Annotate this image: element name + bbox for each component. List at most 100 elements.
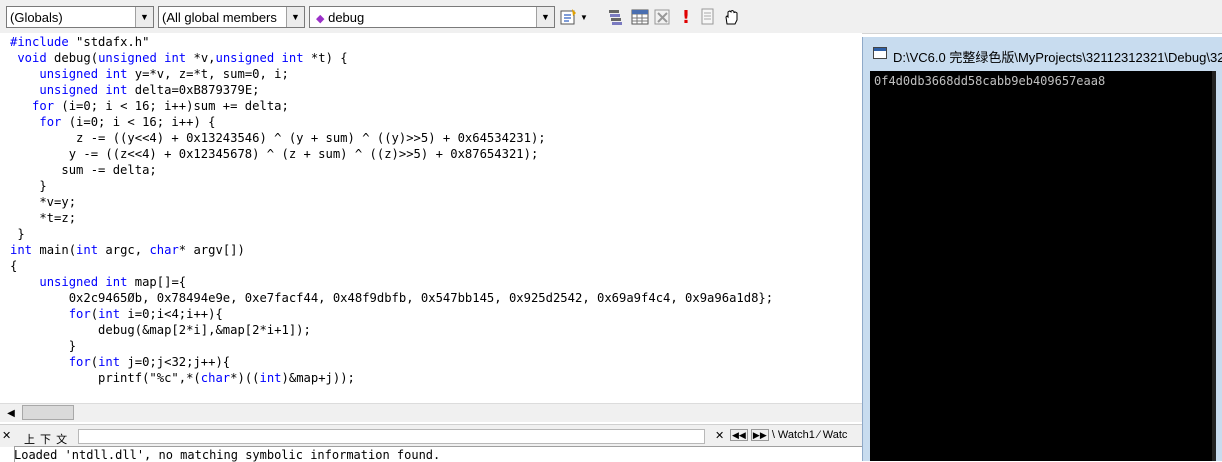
close-icon[interactable]: ✕: [715, 429, 724, 442]
pane-horizontal-scrollbar[interactable]: [78, 429, 705, 444]
console-output-area[interactable]: 0f4d0db3668dd58cabb9eb409657eaa8: [870, 71, 1216, 461]
scroll-left-icon[interactable]: ◀: [4, 406, 18, 420]
code-keyword: unsigned int: [39, 275, 128, 289]
close-icon[interactable]: ✕: [2, 429, 11, 442]
code-text: #include "stdafx.h" void debug(unsigned …: [10, 34, 773, 386]
grid-icon: [631, 9, 649, 25]
code-line: {: [10, 258, 773, 274]
code-token: }: [10, 227, 25, 241]
code-line: void debug(unsigned int *v,unsigned int …: [10, 50, 773, 66]
tab-watch[interactable]: \ Watch1 ⁄ Watc: [772, 429, 848, 441]
exclamation-button[interactable]: !: [676, 6, 696, 28]
code-line: *v=y;: [10, 194, 773, 210]
code-line: for(int i=0;i<4;i++){: [10, 306, 773, 322]
code-line: }: [10, 338, 773, 354]
code-line: printf("%c",*(char*)((int)&map+j));: [10, 370, 773, 386]
code-token: j=0;j<32;j++){: [120, 355, 231, 369]
document-button[interactable]: [698, 7, 718, 27]
output-line: Loaded 'ntdll.dll', no matching symbolic…: [14, 448, 441, 462]
code-token: )&map+j));: [281, 371, 355, 385]
exclamation-icon: !: [681, 6, 691, 28]
watch-tabs[interactable]: ◀◀ ▶▶ \ Watch1 ⁄ Watc: [730, 429, 847, 441]
code-line: sum -= delta;: [10, 162, 773, 178]
chevron-down-icon[interactable]: ▼: [135, 7, 153, 27]
tab-nav-icon[interactable]: ▶▶: [750, 429, 769, 441]
code-token: y -= ((z<<4) + 0x12345678) ^ (z + sum) ^…: [10, 147, 539, 161]
grid-button[interactable]: [630, 7, 650, 27]
wizard-action-button[interactable]: [559, 7, 579, 27]
code-keyword: unsigned int: [39, 67, 128, 81]
code-keyword: int: [98, 307, 121, 321]
code-keyword: for: [39, 115, 62, 129]
stack-button[interactable]: [606, 7, 626, 27]
console-output: 0f4d0db3668dd58cabb9eb409657eaa8: [874, 74, 1106, 88]
code-token: main(: [32, 243, 77, 257]
code-line: debug(&map[2*i],&map[2*i+1]);: [10, 322, 773, 338]
code-line: }: [10, 226, 773, 242]
purple-diamond-icon: ◆: [316, 13, 325, 25]
code-token: z -= ((y<<4) + 0x13243546) ^ (y + sum) ^…: [10, 131, 546, 145]
code-keyword: #include: [10, 35, 69, 49]
hand-button[interactable]: [721, 7, 741, 27]
stack-icon: [609, 10, 622, 25]
console-scrollbar[interactable]: [1212, 71, 1216, 461]
hand-icon: [725, 9, 738, 25]
code-line: 0x2c9465Øb, 0x78494e9e, 0xe7facf44, 0x48…: [10, 290, 773, 306]
code-keyword: unsigned int: [39, 83, 128, 97]
code-line: unsigned int delta=0xB879379E;: [10, 82, 773, 98]
scrollbar-thumb[interactable]: [22, 405, 74, 420]
function-combo-value: debug: [328, 10, 365, 25]
bottom-pane-header: ✕ 上 下 文 ✕ ◀◀ ▶▶ \ Watch1 ⁄ Watc: [0, 424, 862, 447]
code-line: for(int j=0;j<32;j++){: [10, 354, 773, 370]
code-line: unsigned int y=*v, z=*t, sum=0, i;: [10, 66, 773, 82]
code-token: map[]={: [127, 275, 187, 289]
code-keyword: unsigned int: [215, 51, 304, 65]
code-token: argc,: [98, 243, 150, 257]
editor-horizontal-scrollbar[interactable]: ◀: [0, 403, 862, 422]
code-keyword: char: [200, 371, 231, 385]
code-line: #include "stdafx.h": [10, 34, 773, 50]
code-keyword: int: [76, 243, 99, 257]
delete-button[interactable]: [653, 7, 673, 27]
code-line: for (i=0; i < 16; i++)sum += delta;: [10, 98, 773, 114]
code-token: delta=0xB879379E;: [127, 83, 260, 97]
code-token: i=0;i<4;i++){: [120, 307, 223, 321]
variables-pane-tabs[interactable]: 上 下 文: [24, 431, 68, 447]
wizard-bar: (Globals) ▼ (All global members ▼ ◆ debu…: [0, 0, 1222, 34]
code-line: z -= ((y<<4) + 0x13243546) ^ (y + sum) ^…: [10, 130, 773, 146]
code-token: }: [10, 179, 47, 193]
code-keyword: void: [17, 51, 47, 65]
code-line: for (i=0; i < 16; i++) {: [10, 114, 773, 130]
tab-nav-icon[interactable]: ◀◀: [730, 429, 748, 441]
code-token: * argv[]): [178, 243, 245, 257]
console-title: D:\VC6.0 完整绿色版\MyProjects\32112312321\De…: [893, 50, 1222, 65]
chevron-down-icon[interactable]: ▼: [536, 7, 554, 27]
code-token: (: [90, 307, 99, 321]
code-line: *t=z;: [10, 210, 773, 226]
function-combo[interactable]: ◆ debug ▼: [309, 6, 555, 28]
console-window[interactable]: D:\VC6.0 完整绿色版\MyProjects\32112312321\De…: [862, 37, 1222, 461]
code-keyword: int: [10, 243, 33, 257]
scope-combo[interactable]: (Globals) ▼: [6, 6, 154, 28]
console-titlebar[interactable]: D:\VC6.0 完整绿色版\MyProjects\32112312321\De…: [863, 37, 1222, 71]
code-keyword: char: [149, 243, 179, 257]
code-token: (: [90, 355, 99, 369]
document-icon: [701, 8, 714, 25]
code-token: *v,: [186, 51, 216, 65]
code-token: {: [10, 259, 18, 273]
chevron-down-icon[interactable]: ▼: [286, 7, 304, 27]
code-token: "stdafx.h": [68, 35, 150, 49]
wizard-action-dropdown[interactable]: ▼: [578, 7, 590, 27]
code-token: y=*v, z=*t, sum=0, i;: [127, 67, 289, 81]
code-editor[interactable]: #include "stdafx.h" void debug(unsigned …: [0, 33, 862, 403]
code-keyword: unsigned int: [98, 51, 187, 65]
chevron-down-icon: ▼: [580, 12, 588, 22]
code-keyword: int: [98, 355, 121, 369]
code-token: *t) {: [303, 51, 348, 65]
filter-combo[interactable]: (All global members ▼: [158, 6, 305, 28]
